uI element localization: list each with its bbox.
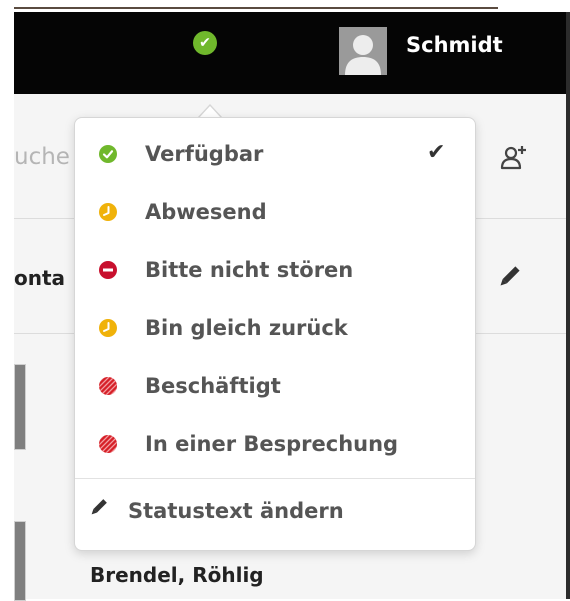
top-strip: [0, 0, 570, 12]
status-option-label: In einer Besprechung: [145, 432, 399, 456]
contact-name[interactable]: Brendel, Röhlig: [90, 563, 264, 587]
status-option-busy[interactable]: Beschäftigt: [75, 364, 475, 416]
edit-status-text-button[interactable]: Statustext ändern: [75, 483, 475, 541]
in-meeting-icon: [99, 435, 117, 453]
status-option-label: Bitte nicht stören: [145, 258, 354, 282]
status-option-label: Abwesend: [145, 200, 267, 224]
edit-status-label: Statustext ändern: [128, 499, 344, 523]
avatar[interactable]: [339, 27, 387, 75]
status-menu: Verfügbar ✔ Abwesend Bitte nicht stören …: [74, 117, 476, 551]
status-option-do-not-disturb[interactable]: Bitte nicht stören: [75, 248, 475, 300]
menu-divider: [75, 478, 475, 479]
pencil-icon: [500, 266, 520, 286]
add-contact-button[interactable]: [498, 142, 530, 174]
available-icon: [99, 145, 117, 163]
contact-photo: [14, 521, 26, 601]
window-frame: [566, 12, 570, 599]
do-not-disturb-icon: [99, 261, 117, 279]
contacts-heading: onta: [14, 266, 66, 290]
busy-icon: [99, 377, 117, 395]
status-option-available[interactable]: Verfügbar ✔: [75, 132, 475, 184]
checkmark-icon: ✔: [199, 35, 211, 51]
away-clock-icon: [99, 203, 117, 221]
status-option-label: Verfügbar: [145, 142, 264, 166]
add-user-icon: [500, 146, 526, 170]
user-silhouette-icon: [339, 27, 387, 75]
status-option-in-meeting[interactable]: In einer Besprechung: [75, 422, 475, 474]
be-right-back-clock-icon: [99, 319, 117, 337]
status-indicator-button[interactable]: ✔: [193, 31, 217, 55]
username[interactable]: Schmidt: [406, 33, 503, 57]
top-border-line: [14, 7, 498, 9]
pencil-icon: [91, 499, 107, 515]
contact-photo: [14, 364, 26, 450]
edit-button[interactable]: [494, 262, 524, 292]
status-option-be-right-back[interactable]: Bin gleich zurück: [75, 306, 475, 358]
search-input[interactable]: uche: [14, 144, 70, 170]
status-option-label: Bin gleich zurück: [145, 316, 348, 340]
selected-check-icon: ✔: [427, 140, 446, 165]
status-option-away[interactable]: Abwesend: [75, 190, 475, 242]
status-option-label: Beschäftigt: [145, 374, 281, 398]
